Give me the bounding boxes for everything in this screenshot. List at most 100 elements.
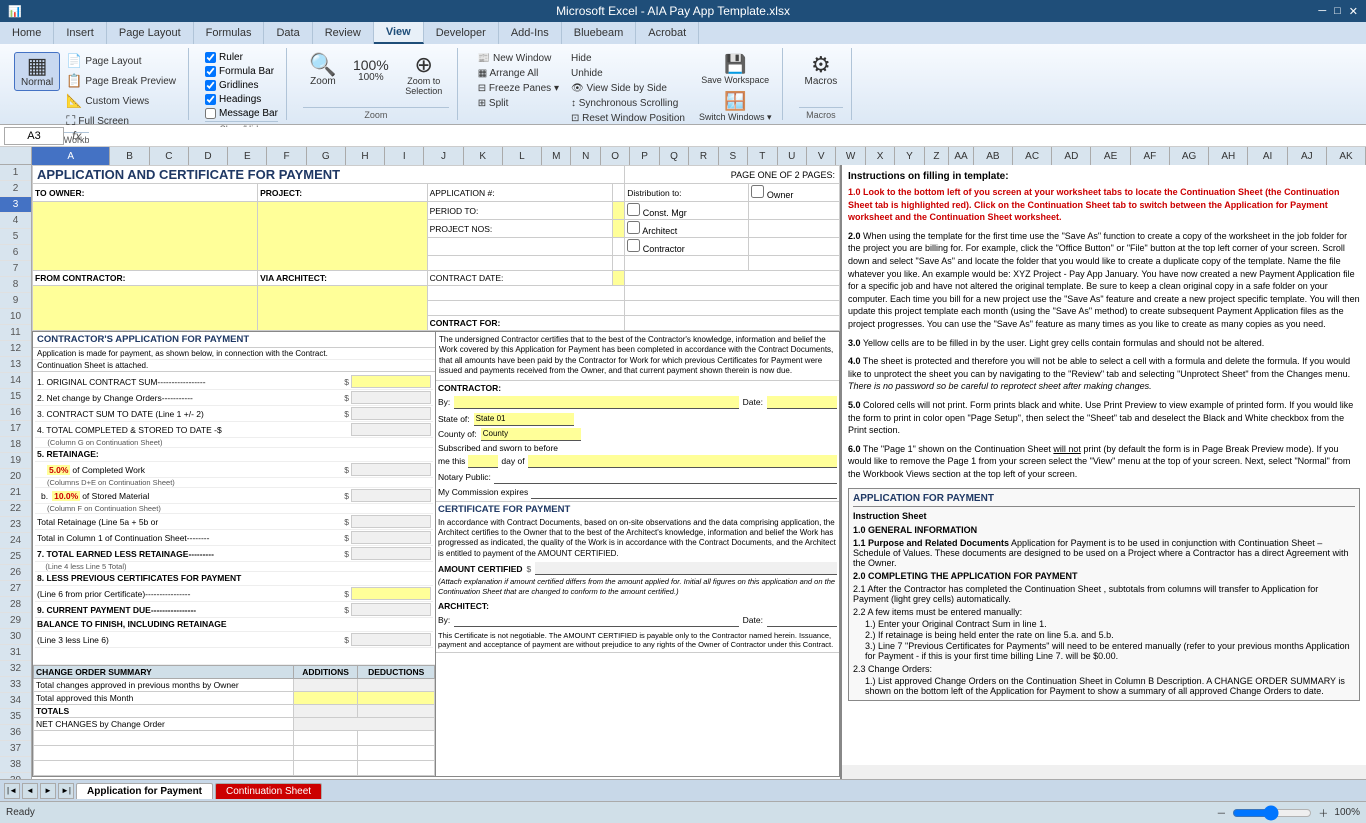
co-row-2-deductions[interactable] [358, 692, 435, 705]
tab-acrobat[interactable]: Acrobat [636, 22, 699, 44]
col-g[interactable]: G [307, 147, 346, 165]
col-ak[interactable]: AK [1327, 147, 1366, 165]
hide-btn[interactable]: Hide [567, 52, 689, 65]
col-a[interactable]: A [32, 147, 110, 165]
col-p[interactable]: P [630, 147, 659, 165]
col-l[interactable]: L [503, 147, 542, 165]
unhide-btn[interactable]: Unhide [567, 67, 689, 80]
macros-btn[interactable]: ⚙ Macros [799, 52, 844, 89]
formula-bar-checkbox-row[interactable]: Formula Bar [205, 66, 278, 77]
to-owner-value[interactable] [33, 202, 258, 271]
tab-nav-next[interactable]: ► [40, 783, 56, 799]
from-contractor-value[interactable] [33, 286, 258, 331]
col-ah[interactable]: AH [1209, 147, 1248, 165]
tab-bluebeam[interactable]: Bluebeam [562, 22, 637, 44]
zoom-minus-btn[interactable]: － [1216, 805, 1226, 820]
tab-nav-last[interactable]: ►| [58, 783, 74, 799]
tab-add-ins[interactable]: Add-Ins [499, 22, 562, 44]
project-value[interactable] [258, 202, 427, 271]
me-this-value[interactable] [468, 455, 498, 468]
message-bar-checkbox-row[interactable]: Message Bar [205, 108, 278, 119]
tab-page-layout[interactable]: Page Layout [107, 22, 194, 44]
message-bar-checkbox[interactable] [205, 108, 216, 119]
col-m[interactable]: M [542, 147, 571, 165]
col-ag[interactable]: AG [1170, 147, 1209, 165]
tab-application-for-payment[interactable]: Application for Payment [76, 783, 213, 799]
page-break-btn[interactable]: 📋Page Break Preview [62, 72, 180, 90]
col-v[interactable]: V [807, 147, 836, 165]
minimize-btn[interactable]: ─ [1318, 5, 1326, 18]
tab-nav-prev[interactable]: ◄ [22, 783, 38, 799]
tab-insert[interactable]: Insert [54, 22, 107, 44]
col-x[interactable]: X [866, 147, 895, 165]
col-aj[interactable]: AJ [1288, 147, 1327, 165]
tab-review[interactable]: Review [313, 22, 374, 44]
col-b[interactable]: B [110, 147, 149, 165]
arrange-all-btn[interactable]: ▦ Arrange All [474, 67, 563, 80]
close-btn[interactable]: ✕ [1349, 5, 1358, 18]
col-i[interactable]: I [385, 147, 424, 165]
save-workspace-btn[interactable]: 💾 Save Workspace [693, 52, 778, 87]
period-to-value[interactable] [613, 202, 625, 220]
co-row-2-additions[interactable] [293, 692, 358, 705]
col-t[interactable]: T [748, 147, 777, 165]
split-btn[interactable]: ⊞ Split [474, 97, 563, 110]
reset-window-btn[interactable]: ⊡ Reset Window Position [567, 112, 689, 125]
headings-checkbox[interactable] [205, 94, 216, 105]
architect-by-value[interactable] [454, 614, 738, 627]
page-layout-btn[interactable]: 📄Page Layout [62, 52, 180, 70]
contractor-by-value[interactable] [454, 396, 738, 409]
custom-views-btn[interactable]: 📐Custom Views [62, 92, 180, 110]
via-architect-value[interactable] [258, 286, 427, 331]
line-1-value[interactable] [351, 375, 431, 388]
tab-continuation-sheet[interactable]: Continuation Sheet [215, 783, 322, 799]
col-k[interactable]: K [464, 147, 503, 165]
zoom-selection-btn[interactable]: ⊕ Zoom to Selection [399, 52, 449, 98]
sync-scroll-btn[interactable]: ↕ Synchronous Scrolling [567, 97, 689, 110]
ruler-checkbox-row[interactable]: Ruler [205, 52, 278, 63]
name-box[interactable] [4, 127, 64, 145]
owner-checkbox[interactable] [751, 185, 764, 198]
col-ad[interactable]: AD [1052, 147, 1091, 165]
normal-view-btn[interactable]: ▦ Normal [14, 52, 60, 91]
contractor-date-value[interactable] [767, 396, 837, 409]
formula-input[interactable] [89, 127, 1362, 145]
ruler-checkbox[interactable] [205, 52, 216, 63]
commission-value[interactable] [531, 486, 837, 499]
col-y[interactable]: Y [895, 147, 924, 165]
headings-checkbox-row[interactable]: Headings [205, 94, 278, 105]
pct-5b-value[interactable]: 10.0% [52, 491, 80, 501]
col-ab[interactable]: AB [974, 147, 1013, 165]
col-h[interactable]: H [346, 147, 385, 165]
formula-bar-checkbox[interactable] [205, 66, 216, 77]
notary-value[interactable] [494, 471, 837, 484]
tab-formulas[interactable]: Formulas [194, 22, 265, 44]
gridlines-checkbox[interactable] [205, 80, 216, 91]
col-w[interactable]: W [836, 147, 865, 165]
tab-home[interactable]: Home [0, 22, 54, 44]
tab-view[interactable]: View [374, 22, 424, 44]
contractor-checkbox[interactable] [627, 239, 640, 252]
col-o[interactable]: O [601, 147, 630, 165]
col-ai[interactable]: AI [1248, 147, 1287, 165]
line-8-value[interactable] [351, 587, 431, 600]
const-mgr-checkbox[interactable] [627, 203, 640, 216]
day-of-value[interactable] [528, 455, 837, 468]
zoom-100-btn[interactable]: 100% 100% [347, 52, 395, 85]
col-n[interactable]: N [571, 147, 600, 165]
col-u[interactable]: U [778, 147, 807, 165]
col-q[interactable]: Q [660, 147, 689, 165]
zoom-plus-btn[interactable]: ＋ [1318, 805, 1328, 820]
new-window-btn[interactable]: 📰 New Window [474, 52, 563, 65]
zoom-slider[interactable] [1232, 806, 1312, 820]
project-nos-value[interactable] [613, 220, 625, 238]
state-value[interactable]: State 01 [474, 413, 574, 426]
col-j[interactable]: J [424, 147, 463, 165]
col-s[interactable]: S [719, 147, 748, 165]
col-d[interactable]: D [189, 147, 228, 165]
col-e[interactable]: E [228, 147, 267, 165]
col-af[interactable]: AF [1131, 147, 1170, 165]
col-c[interactable]: C [150, 147, 189, 165]
col-ac[interactable]: AC [1013, 147, 1052, 165]
maximize-btn[interactable]: □ [1334, 5, 1341, 18]
